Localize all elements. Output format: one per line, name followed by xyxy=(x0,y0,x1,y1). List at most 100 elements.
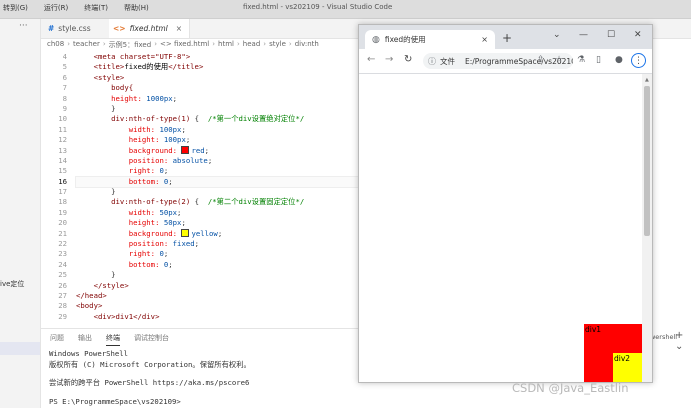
line-number: 18 xyxy=(58,197,67,207)
line-number: 22 xyxy=(58,239,67,249)
tab-fixed-html[interactable]: <> fixed.html × xyxy=(109,19,190,38)
tab-debug-console[interactable]: 调试控制台 xyxy=(134,333,169,346)
line-number: 21 xyxy=(58,228,67,238)
scrollbar-thumb[interactable] xyxy=(644,86,650,236)
code-line: width: 100px; xyxy=(76,124,186,134)
terminal-output[interactable]: Windows PowerShell 版权所有 (C) Microsoft Co… xyxy=(49,349,354,407)
chevron-right-icon: › xyxy=(154,40,157,48)
tab-style-css[interactable]: # style.css xyxy=(44,19,108,38)
terminal-line: 版权所有 (C) Microsoft Corporation。保留所有权利。 xyxy=(49,359,251,369)
html-file-icon: <> xyxy=(113,24,126,33)
tab-terminal[interactable]: 终端 xyxy=(106,333,120,346)
maximize-icon[interactable]: ☐ xyxy=(607,30,615,40)
line-number: 14 xyxy=(58,155,67,165)
address-bar[interactable]: ⓘ 文件 E:/ProgrammeSpace/vs202109/ch08/tea… xyxy=(423,53,573,69)
line-number: 19 xyxy=(58,207,67,217)
line-number: 26 xyxy=(58,280,67,290)
code-line: <body> xyxy=(76,301,103,311)
new-terminal-icon[interactable]: + ⌄ xyxy=(675,330,691,352)
browser-tabstrip: ◍ fixed的使用 × + ⌄ — ☐ ✕ xyxy=(359,25,652,49)
share-icon[interactable]: ⇪ xyxy=(537,55,545,65)
breadcrumb-item[interactable]: style xyxy=(269,40,286,52)
tab-label: fixed.html xyxy=(129,24,168,33)
panel-tabs: 问题 输出 终端 调试控制台 xyxy=(50,333,169,346)
line-number: 15 xyxy=(58,166,67,176)
chevron-right-icon: › xyxy=(212,40,216,48)
breadcrumb-item[interactable]: 示例5：fixed xyxy=(109,40,152,52)
globe-icon: ◍ xyxy=(372,34,380,45)
chevron-right-icon: › xyxy=(236,40,240,48)
close-icon[interactable]: × xyxy=(176,24,182,33)
line-number: 5 xyxy=(62,62,67,72)
line-number-gutter: 4 5 6 7 8 9 10 11 12 13 14 15 16 17 18 1… xyxy=(41,52,67,322)
chevron-right-icon: › xyxy=(102,40,106,48)
browser-tab[interactable]: ◍ fixed的使用 × xyxy=(365,30,495,49)
profile-avatar-icon[interactable]: ● xyxy=(615,55,623,65)
code-line: width: 50px; xyxy=(76,207,182,217)
tab-problems[interactable]: 问题 xyxy=(50,333,64,346)
tab-search-icon[interactable]: ⌄ xyxy=(553,30,561,40)
browser-tab-title: fixed的使用 xyxy=(384,35,426,44)
code-line: position: fixed; xyxy=(76,239,200,249)
code-line: </style> xyxy=(76,280,129,290)
terminal-blank xyxy=(49,370,354,378)
line-number: 16 xyxy=(58,176,67,186)
forward-icon[interactable]: → xyxy=(385,54,393,65)
page-viewport[interactable]: ▲ div1 div2 xyxy=(359,74,652,382)
yellow-color-swatch[interactable] xyxy=(181,228,190,237)
breadcrumb-item[interactable]: html xyxy=(218,40,234,52)
tab-output[interactable]: 输出 xyxy=(78,333,92,346)
line-number: 25 xyxy=(58,270,67,280)
breadcrumb-item[interactable]: head xyxy=(243,40,260,52)
reload-icon[interactable]: ↻ xyxy=(404,54,412,65)
terminal-blank xyxy=(49,389,354,397)
more-actions-icon[interactable]: ··· xyxy=(19,21,28,31)
breadcrumb-item[interactable]: ch08 xyxy=(47,40,64,52)
line-number: 4 xyxy=(62,52,67,61)
code-line: height: 1000px; xyxy=(76,93,178,103)
code-line: } xyxy=(76,187,116,197)
breadcrumb-item[interactable]: div:nth xyxy=(295,40,319,52)
kebab-menu-icon[interactable]: ⋮ xyxy=(631,53,646,68)
breadcrumb-item[interactable]: <> fixed.html xyxy=(160,40,209,52)
code-line: <div>div1</div> xyxy=(76,311,160,321)
line-number: 24 xyxy=(58,259,67,269)
scroll-up-arrow-icon[interactable]: ▲ xyxy=(645,77,649,83)
chevron-right-icon: › xyxy=(67,40,71,48)
explorer-item-label[interactable]: ive定位 xyxy=(0,279,24,289)
bookmark-star-icon[interactable]: ☆ xyxy=(555,55,563,65)
line-number: 13 xyxy=(58,145,67,155)
code-editor[interactable]: 4 5 6 7 8 9 10 11 12 13 14 15 16 17 18 1… xyxy=(41,52,358,327)
div2-label: div2 xyxy=(614,354,631,363)
chevron-right-icon: › xyxy=(263,40,267,48)
code-line: </head> xyxy=(76,290,107,300)
explorer-selected-row[interactable] xyxy=(0,342,40,355)
line-number: 11 xyxy=(58,124,67,134)
close-window-icon[interactable]: ✕ xyxy=(634,30,642,40)
code-line: bottom: 0; xyxy=(76,259,173,269)
line-number: 6 xyxy=(62,72,67,82)
menu-help[interactable]: 帮助(H) xyxy=(124,3,149,13)
line-number: 8 xyxy=(62,93,67,103)
side-panel-icon[interactable]: ▯ xyxy=(596,55,601,65)
extension-icon[interactable]: ⚗ xyxy=(577,55,585,65)
info-icon[interactable]: ⓘ xyxy=(428,56,436,67)
code-line: <title>fixed的使用</title> xyxy=(76,62,204,72)
line-number: 7 xyxy=(62,83,67,93)
explorer-strip: ··· ive定位 xyxy=(0,19,41,408)
breadcrumb-item[interactable]: teacher xyxy=(73,40,100,52)
menu-goto[interactable]: 转到(G) xyxy=(3,3,28,13)
menu-run[interactable]: 运行(R) xyxy=(44,3,68,13)
close-tab-icon[interactable]: × xyxy=(481,35,488,44)
code-line: background: red; xyxy=(76,145,210,155)
new-tab-icon[interactable]: + xyxy=(502,31,512,45)
line-number: 28 xyxy=(58,301,67,311)
red-color-swatch[interactable] xyxy=(181,145,190,154)
menu-terminal[interactable]: 终端(T) xyxy=(84,3,108,13)
browser-toolbar: ← → ↻ ⓘ 文件 E:/ProgrammeSpace/vs202109/ch… xyxy=(359,49,652,74)
terminal-line: 尝试新的跨平台 PowerShell https://aka.ms/pscore… xyxy=(49,378,250,387)
minimize-icon[interactable]: — xyxy=(579,30,588,40)
div2-yellow-box: div2 xyxy=(613,353,642,382)
code-line: right: 0; xyxy=(76,166,169,176)
back-icon[interactable]: ← xyxy=(367,54,375,65)
